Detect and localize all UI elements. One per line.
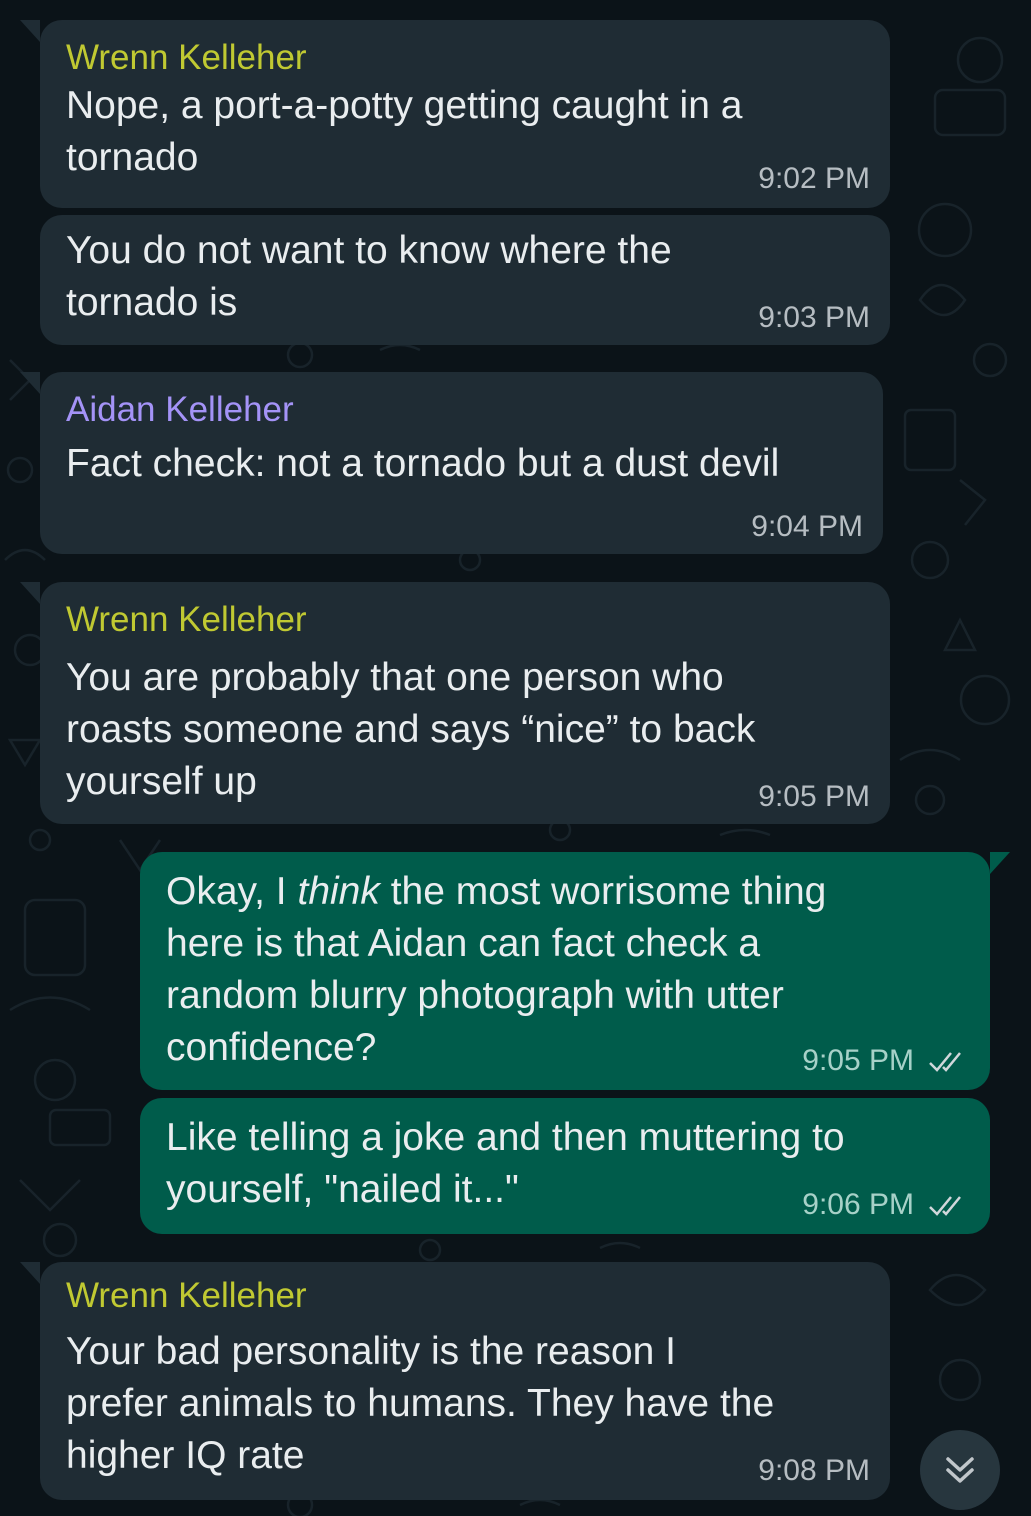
message-time: 9:05 PM [802, 1044, 914, 1077]
message-line: You are probably that one person who [66, 656, 724, 699]
message-bubble[interactable]: Wrenn Kelleher You are probably that one… [20, 582, 890, 824]
message-text: Okay, I think the most worrisome thing h… [166, 866, 826, 1074]
message-line: random blurry photograph with utter [166, 974, 784, 1017]
message-line-part: the most worrisome thing [379, 870, 827, 913]
message-line-part: Okay, I [166, 870, 298, 913]
message-bubble[interactable]: Wrenn Kelleher Your bad personality is t… [20, 1262, 890, 1500]
message-bubble[interactable]: Aidan Kelleher Fact check: not a tornado… [20, 372, 883, 554]
message-line: higher IQ rate [66, 1434, 305, 1477]
message-bubble[interactable]: Okay, I think the most worrisome thing h… [140, 852, 1010, 1090]
message-bubble[interactable]: You do not want to know where the tornad… [40, 215, 890, 345]
message-line: Okay, I think the most worrisome thing [166, 866, 826, 918]
message-time: 9:06 PM [802, 1188, 914, 1221]
message-text: Like telling a joke and then muttering t… [166, 1112, 845, 1216]
message-text: Fact check: not a tornado but a dust dev… [66, 438, 779, 490]
message-line: yourself, "nailed it..." [166, 1168, 519, 1211]
message-line: Like telling a joke and then muttering t… [166, 1116, 845, 1159]
message-line: Fact check: not a tornado but a dust dev… [66, 442, 780, 485]
sender-name: Wrenn Kelleher [66, 1276, 307, 1315]
message-bubble[interactable]: Wrenn Kelleher Nope, a port-a-potty gett… [20, 20, 890, 208]
message-time: 9:05 PM [758, 780, 870, 813]
message-line: Nope, a port-a-potty getting caught in a [66, 84, 743, 127]
message-time: 9:04 PM [751, 510, 863, 543]
sender-name: Wrenn Kelleher [66, 38, 307, 77]
message-line: yourself up [66, 760, 257, 803]
bubble-tail [20, 582, 40, 604]
message-line: tornado is [66, 281, 238, 324]
message-bubble[interactable]: Like telling a joke and then muttering t… [140, 1098, 990, 1234]
message-line: roasts someone and says “nice” to back [66, 708, 756, 751]
message-text: Your bad personality is the reason I pre… [66, 1326, 774, 1482]
message-line: prefer animals to humans. They have the [66, 1382, 775, 1425]
message-text: You do not want to know where the tornad… [66, 225, 672, 329]
read-ticks-icon [929, 1196, 961, 1216]
bubble-tail [20, 1262, 40, 1284]
message-time: 9:02 PM [758, 162, 870, 195]
scroll-to-bottom-button[interactable] [920, 1430, 1000, 1510]
double-chevron-down-icon [946, 1457, 974, 1483]
bubble-tail [20, 372, 40, 394]
bubble-tail [20, 20, 40, 42]
message-time: 9:08 PM [758, 1454, 870, 1487]
message-line: Your bad personality is the reason I [66, 1330, 676, 1373]
message-text: Nope, a port-a-potty getting caught in a… [66, 80, 742, 184]
bubble-tail [990, 852, 1010, 874]
message-time: 9:03 PM [758, 301, 870, 334]
message-line: tornado [66, 136, 199, 179]
message-line: confidence? [166, 1026, 377, 1069]
message-line: You do not want to know where the [66, 229, 672, 272]
emphasized-text: think [297, 870, 380, 913]
message-line: here is that Aidan can fact check a [166, 922, 761, 965]
sender-name: Wrenn Kelleher [66, 600, 307, 639]
read-ticks-icon [929, 1052, 961, 1072]
sender-name: Aidan Kelleher [66, 390, 294, 429]
message-text: You are probably that one person who roa… [66, 652, 755, 808]
